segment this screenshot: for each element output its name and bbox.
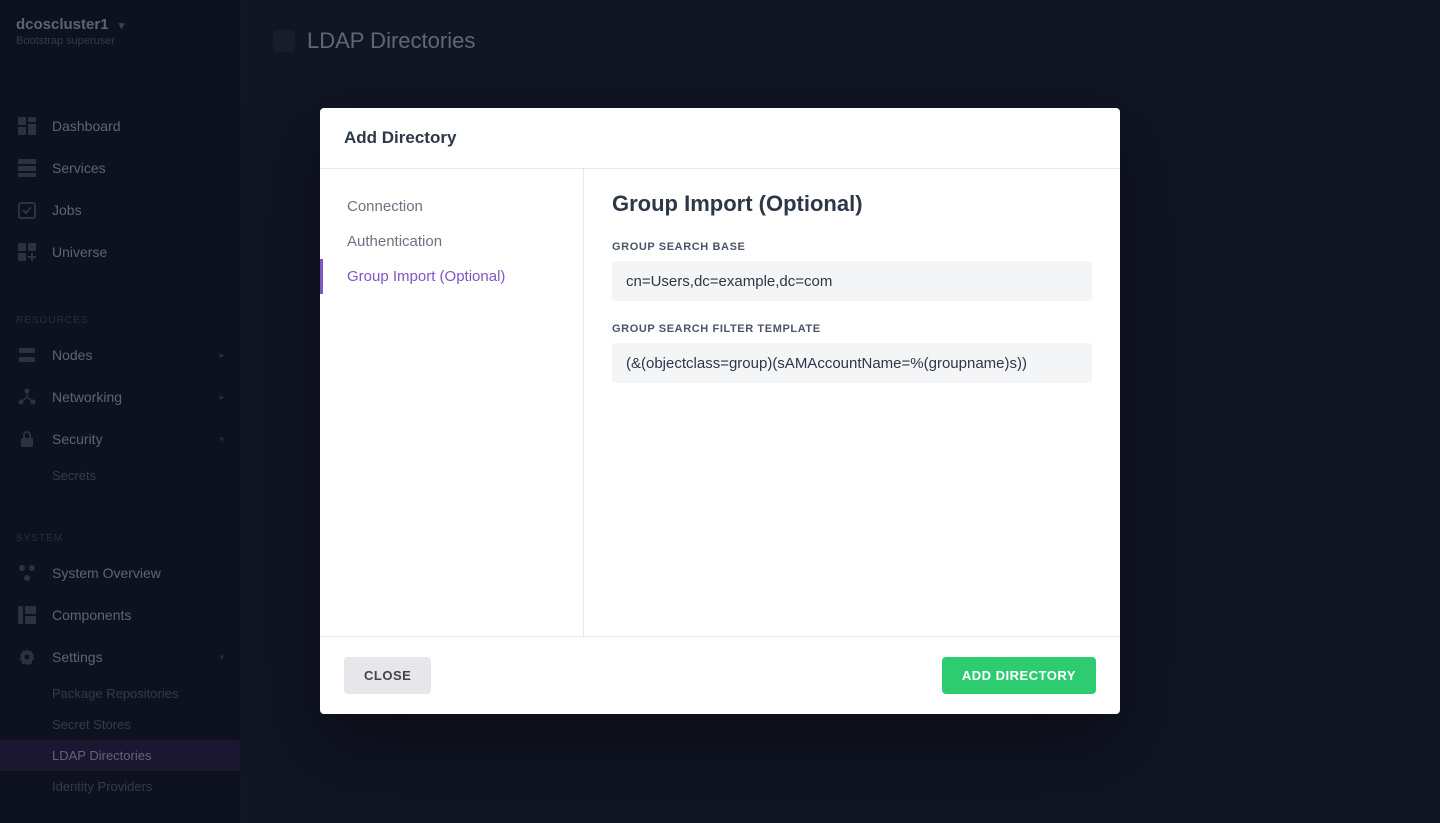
add-directory-modal: Add Directory Connection Authentication … bbox=[320, 108, 1120, 714]
tab-authentication[interactable]: Authentication bbox=[320, 224, 583, 259]
modal-footer: CLOSE ADD DIRECTORY bbox=[320, 636, 1120, 714]
group-search-base-input[interactable] bbox=[612, 261, 1092, 301]
field-label: GROUP SEARCH BASE bbox=[612, 241, 1092, 253]
modal-overlay[interactable]: Add Directory Connection Authentication … bbox=[0, 0, 1440, 823]
tab-group-import[interactable]: Group Import (Optional) bbox=[320, 259, 583, 294]
field-group-search-filter: GROUP SEARCH FILTER TEMPLATE bbox=[612, 323, 1092, 383]
close-button[interactable]: CLOSE bbox=[344, 657, 431, 694]
content-heading: Group Import (Optional) bbox=[612, 191, 1092, 217]
add-directory-button[interactable]: ADD DIRECTORY bbox=[942, 657, 1096, 694]
modal-side-tabs: Connection Authentication Group Import (… bbox=[320, 169, 584, 636]
tab-connection[interactable]: Connection bbox=[320, 189, 583, 224]
modal-content: Group Import (Optional) GROUP SEARCH BAS… bbox=[584, 169, 1120, 636]
modal-body: Connection Authentication Group Import (… bbox=[320, 169, 1120, 636]
modal-title: Add Directory bbox=[320, 108, 1120, 169]
field-group-search-base: GROUP SEARCH BASE bbox=[612, 241, 1092, 301]
field-label: GROUP SEARCH FILTER TEMPLATE bbox=[612, 323, 1092, 335]
group-search-filter-input[interactable] bbox=[612, 343, 1092, 383]
